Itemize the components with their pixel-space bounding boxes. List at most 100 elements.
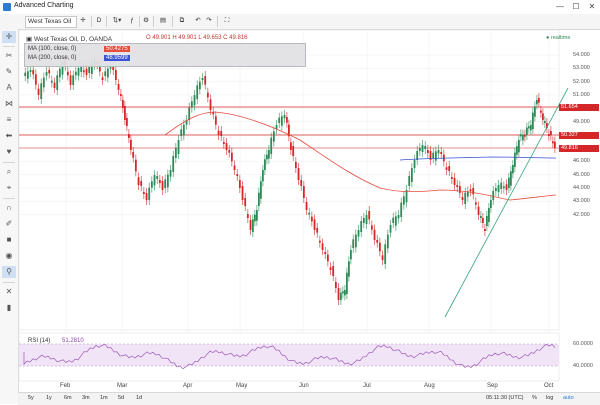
candle-body	[290, 142, 292, 150]
candle-body	[348, 261, 350, 277]
candle-body	[37, 88, 40, 95]
candle-body	[254, 214, 256, 222]
candle-body	[236, 174, 239, 176]
candle-body	[512, 165, 514, 174]
candle-body	[206, 92, 209, 98]
candle-body	[66, 71, 69, 76]
rsi-value: 51.2810	[62, 338, 84, 344]
candle-body	[188, 107, 191, 120]
range-1y[interactable]: 1y	[46, 395, 52, 401]
candle-body	[432, 152, 435, 158]
candle-body	[450, 177, 453, 179]
candle-body	[209, 99, 212, 110]
candle-body	[488, 208, 490, 222]
candle-body	[522, 134, 524, 141]
month-label: Sep	[487, 383, 498, 389]
candle-body	[524, 134, 526, 137]
candle-body	[204, 76, 207, 85]
candle-body	[124, 106, 126, 120]
range-1m[interactable]: 1m	[100, 395, 108, 401]
range-1d[interactable]: 1d	[136, 395, 142, 401]
price-tag: 50.327	[559, 132, 599, 139]
candle-body	[58, 68, 61, 78]
candle-body	[490, 200, 492, 208]
candle-body	[500, 182, 503, 189]
ma200-label[interactable]: MA (200, close, 0)	[28, 55, 76, 61]
candle-body	[492, 191, 495, 200]
ma200-value: 48.9599	[104, 55, 130, 61]
candle-body	[220, 131, 223, 136]
candle-body	[196, 85, 199, 99]
candle-body	[233, 165, 236, 170]
range-5d[interactable]: 5d	[118, 395, 124, 401]
ohlc-values: O 49.901 H 49.901 L 49.653 C 49.816	[146, 35, 248, 41]
range-6m[interactable]: 6m	[64, 395, 72, 401]
candle-body	[445, 167, 448, 170]
candle-body	[308, 212, 311, 215]
moving-average-panel: MA (100, close, 0) 50.4275 MA (200, clos…	[24, 43, 306, 67]
candle-body	[45, 72, 48, 76]
candle-body	[536, 100, 538, 105]
candle-body	[365, 215, 368, 224]
candle-body	[26, 71, 29, 79]
price-tick: 54.000	[573, 52, 590, 58]
candle-body	[516, 146, 518, 155]
candle-body	[166, 174, 169, 188]
candle-body	[480, 216, 482, 218]
candle-body	[305, 202, 308, 210]
candle-body	[340, 292, 342, 300]
candle-body	[122, 100, 124, 108]
candle-body	[370, 225, 373, 230]
candle-body	[421, 145, 424, 152]
candle-body	[426, 150, 429, 153]
candle-body	[180, 129, 183, 136]
auto-toggle[interactable]: auto	[563, 395, 574, 401]
candle-body	[461, 197, 464, 200]
range-5y[interactable]: 5y	[28, 395, 34, 401]
ma100-label[interactable]: MA (100, close, 0)	[28, 46, 76, 52]
candle-body	[225, 143, 228, 150]
candle-body	[538, 98, 540, 103]
candle-body	[24, 72, 27, 76]
rsi-tick-40: 40.0000	[573, 363, 593, 369]
candle-body	[310, 216, 313, 222]
price-tick: 44.000	[573, 185, 590, 191]
candle-body	[381, 255, 384, 260]
log-toggle[interactable]: log	[546, 395, 553, 401]
price-tag: 51.654	[559, 104, 599, 111]
candle-body	[268, 150, 270, 159]
candle-body	[164, 179, 167, 188]
candle-body	[520, 134, 522, 137]
candle-body	[384, 244, 387, 264]
price-tick: 42.000	[573, 211, 590, 218]
candle-body	[362, 218, 365, 223]
candle-body	[217, 130, 220, 135]
price-tick: 43.000	[573, 198, 590, 205]
price-tick: 45.000	[573, 171, 590, 178]
candle-body	[260, 181, 262, 199]
rsi-label[interactable]: RSI (14)	[28, 338, 50, 344]
range-3m[interactable]: 3m	[82, 395, 90, 401]
candle-body	[424, 146, 427, 149]
candle-body	[405, 190, 408, 203]
candle-body	[456, 185, 459, 187]
candle-body	[142, 192, 145, 194]
candle-body	[238, 180, 241, 188]
candle-body	[272, 131, 275, 142]
candle-body	[132, 152, 135, 158]
legend-box-icon[interactable]: ▣	[26, 36, 34, 43]
candle-body	[437, 150, 440, 154]
candle-body	[161, 181, 164, 190]
candle-body	[77, 68, 80, 76]
candle-body	[354, 234, 357, 248]
candle-body	[334, 282, 337, 288]
candle-body	[376, 240, 379, 243]
candle-body	[300, 180, 303, 186]
candle-body	[484, 229, 486, 231]
candle-body	[368, 211, 371, 220]
candle-body	[201, 78, 204, 80]
candle-body	[56, 75, 59, 90]
percent-toggle[interactable]: %	[532, 395, 537, 401]
candle-body	[50, 80, 53, 83]
candle-body	[416, 151, 419, 160]
